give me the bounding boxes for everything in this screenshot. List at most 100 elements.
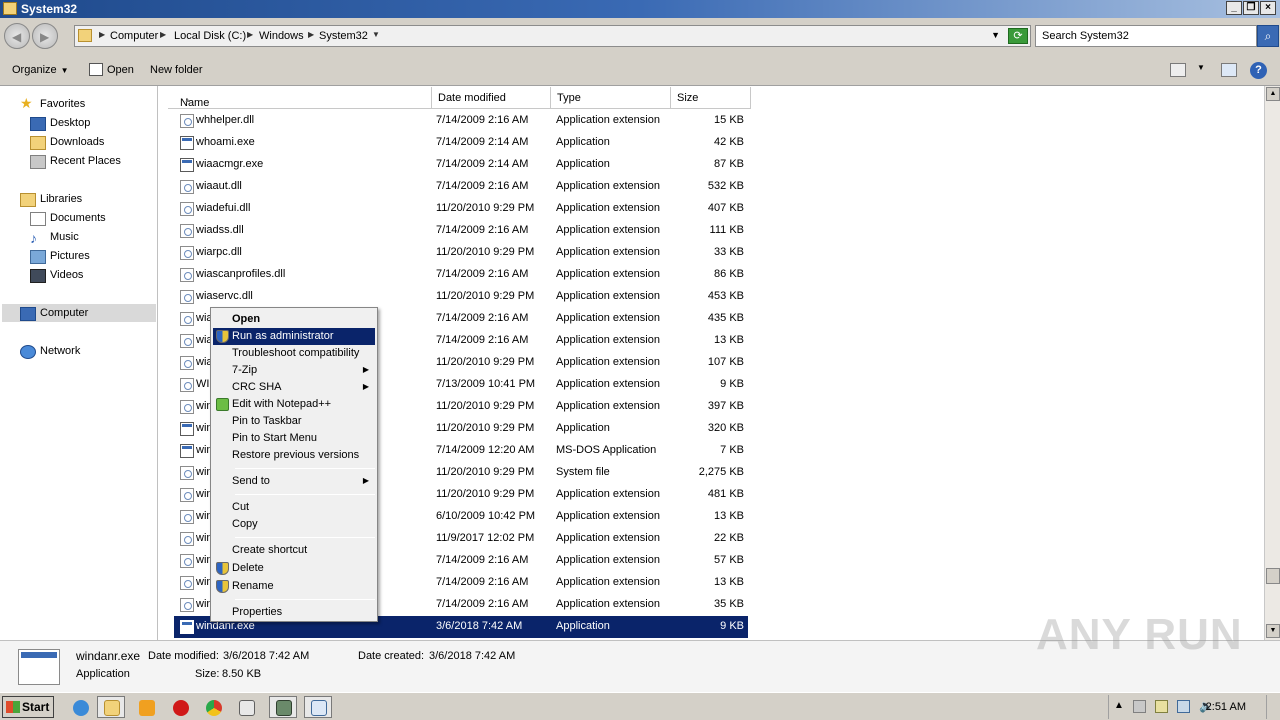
search-placeholder: Search System32 bbox=[1042, 30, 1129, 42]
close-button[interactable]: × bbox=[1260, 1, 1276, 15]
taskbar-explorer[interactable] bbox=[97, 696, 125, 718]
new-folder-button[interactable]: New folder bbox=[150, 64, 203, 76]
nav-recent-places[interactable]: Recent Places bbox=[50, 155, 121, 167]
media-player-icon bbox=[139, 700, 155, 716]
nav-videos[interactable]: Videos bbox=[50, 269, 83, 281]
column-header-type[interactable]: Type bbox=[551, 87, 671, 109]
vertical-scrollbar[interactable]: ▲ ▼ bbox=[1264, 86, 1280, 640]
show-hidden-icons-icon[interactable]: ▲ bbox=[1114, 700, 1127, 713]
clock[interactable]: 2:51 AM bbox=[1206, 701, 1246, 713]
menu-item-open[interactable]: Open bbox=[213, 311, 375, 328]
taskbar-app-window[interactable] bbox=[232, 696, 260, 718]
column-header-date[interactable]: Date modified bbox=[432, 87, 551, 109]
menu-item-cut[interactable]: Cut bbox=[213, 499, 375, 516]
power-icon[interactable] bbox=[1155, 700, 1168, 713]
search-icon[interactable]: ⌕ bbox=[1257, 25, 1279, 47]
menu-item-send-to[interactable]: Send to ▶ bbox=[213, 473, 375, 490]
organize-button[interactable]: Organize ▼ bbox=[12, 64, 69, 76]
menu-item-pin-to-start-menu[interactable]: Pin to Start Menu bbox=[213, 430, 375, 447]
show-desktop-button[interactable] bbox=[1266, 695, 1280, 719]
table-row[interactable]: wiadss.dll 7/14/2009 2:16 AM Application e… bbox=[174, 220, 934, 242]
refresh-icon[interactable]: ⟳ bbox=[1008, 28, 1028, 44]
nav-downloads[interactable]: Downloads bbox=[50, 136, 104, 148]
menu-item-crc-sha[interactable]: CRC SHA ▶ bbox=[213, 379, 375, 396]
menu-item-run-as-administrator[interactable]: Run as administrator bbox=[213, 328, 375, 345]
menu-item-rename[interactable]: Rename bbox=[213, 578, 375, 595]
file-type: Application extension bbox=[556, 114, 660, 126]
menu-item-copy[interactable]: Copy bbox=[213, 516, 375, 533]
breadcrumb-computer[interactable]: Computer bbox=[110, 30, 158, 42]
start-button[interactable]: Start bbox=[2, 696, 54, 718]
menu-item-delete[interactable]: Delete bbox=[213, 560, 375, 577]
breadcrumb-local-disk[interactable]: Local Disk (C:) bbox=[174, 30, 246, 42]
table-row[interactable]: wiascanprofiles.dll 7/14/2009 2:16 AM Appl… bbox=[174, 264, 934, 286]
opera-icon bbox=[173, 700, 189, 716]
nav-pictures[interactable]: Pictures bbox=[50, 250, 90, 262]
open-button[interactable]: Open bbox=[107, 64, 134, 76]
menu-item-properties[interactable]: Properties bbox=[213, 604, 375, 621]
help-icon[interactable]: ? bbox=[1250, 62, 1267, 79]
menu-item-restore-previous-versions[interactable]: Restore previous versions bbox=[213, 447, 375, 464]
nav-computer[interactable]: Computer bbox=[40, 307, 88, 319]
view-dropdown-icon[interactable]: ▼ bbox=[1197, 63, 1205, 72]
dll-file-icon bbox=[180, 180, 194, 194]
taskbar-app-active[interactable] bbox=[269, 696, 297, 718]
taskbar-opera[interactable] bbox=[166, 696, 194, 718]
table-row[interactable]: wiaacmgr.exe 7/14/2009 2:14 AM Application… bbox=[174, 154, 934, 176]
scroll-thumb[interactable] bbox=[1266, 568, 1280, 584]
nav-network[interactable]: Network bbox=[40, 345, 80, 357]
chevron-right-icon[interactable]: ▶ bbox=[160, 30, 166, 39]
table-row[interactable]: whhelper.dll 7/14/2009 2:16 AM Application… bbox=[174, 110, 934, 132]
menu-item-edit-with-notepad[interactable]: Edit with Notepad++ bbox=[213, 396, 375, 413]
nav-music[interactable]: Music bbox=[50, 231, 79, 243]
file-date: 7/14/2009 2:16 AM bbox=[436, 334, 529, 346]
preview-pane-icon[interactable] bbox=[1221, 63, 1237, 77]
menu-item-create-shortcut[interactable]: Create shortcut bbox=[213, 542, 375, 559]
chevron-down-icon[interactable]: ▼ bbox=[372, 30, 380, 39]
address-dropdown-icon[interactable]: ▼ bbox=[991, 30, 1000, 40]
taskbar-internet-explorer[interactable] bbox=[66, 696, 94, 718]
taskbar-media-player[interactable] bbox=[132, 696, 160, 718]
table-row[interactable]: whoami.exe 7/14/2009 2:14 AM Application 42… bbox=[174, 132, 934, 154]
action-center-icon[interactable] bbox=[1133, 700, 1146, 713]
menu-item-label: Pin to Start Menu bbox=[232, 432, 317, 444]
chevron-right-icon[interactable]: ▶ bbox=[99, 30, 105, 39]
nav-favorites[interactable]: Favorites bbox=[40, 98, 85, 110]
breadcrumb-system32[interactable]: System32 bbox=[319, 30, 368, 42]
taskbar-chrome[interactable] bbox=[199, 696, 227, 718]
chevron-right-icon[interactable]: ▶ bbox=[247, 30, 253, 39]
file-size: 42 KB bbox=[714, 136, 744, 148]
scroll-down-icon[interactable]: ▼ bbox=[1266, 624, 1280, 638]
table-row[interactable]: wiaaut.dll 7/14/2009 2:16 AM Application e… bbox=[174, 176, 934, 198]
view-options-icon[interactable] bbox=[1170, 63, 1186, 77]
column-header-name[interactable]: Name ▲ bbox=[168, 87, 432, 109]
application-file-icon bbox=[180, 136, 194, 150]
nav-documents[interactable]: Documents bbox=[50, 212, 106, 224]
minimize-button[interactable]: _ bbox=[1226, 1, 1242, 15]
column-date-label: Date modified bbox=[438, 92, 506, 104]
forward-arrow-icon: ▶ bbox=[40, 30, 50, 44]
restore-button[interactable]: ❐ bbox=[1243, 1, 1259, 15]
nav-libraries[interactable]: Libraries bbox=[40, 193, 82, 205]
back-button[interactable]: ◀ bbox=[4, 23, 30, 49]
scroll-up-icon[interactable]: ▲ bbox=[1266, 87, 1280, 101]
file-date: 6/10/2009 10:42 PM bbox=[436, 510, 536, 522]
table-row[interactable]: wiaservc.dll 11/20/2010 9:29 PM Applicatio… bbox=[174, 286, 934, 308]
taskbar-app-monitor[interactable] bbox=[304, 696, 332, 718]
file-size: 320 KB bbox=[707, 422, 744, 434]
table-row[interactable]: wiadefui.dll 11/20/2010 9:29 PM Applicatio… bbox=[174, 198, 934, 220]
column-header-size[interactable]: Size bbox=[671, 87, 751, 109]
address-bar[interactable]: ▶ Computer ▶ Local Disk (C:) ▶ Windows ▶… bbox=[74, 25, 1031, 47]
breadcrumb-windows[interactable]: Windows bbox=[259, 30, 304, 42]
network-tray-icon[interactable] bbox=[1177, 700, 1190, 713]
menu-item-pin-to-taskbar[interactable]: Pin to Taskbar bbox=[213, 413, 375, 430]
music-icon: ♪ bbox=[30, 230, 37, 246]
search-input[interactable]: Search System32 bbox=[1035, 25, 1257, 47]
menu-item-7-zip[interactable]: 7-Zip ▶ bbox=[213, 362, 375, 379]
forward-button[interactable]: ▶ bbox=[32, 23, 58, 49]
nav-desktop[interactable]: Desktop bbox=[50, 117, 90, 129]
table-row[interactable]: wiarpc.dll 11/20/2010 9:29 PM Application … bbox=[174, 242, 934, 264]
menu-item-label: Open bbox=[232, 313, 261, 325]
menu-item-troubleshoot-compatibility[interactable]: Troubleshoot compatibility bbox=[213, 345, 375, 362]
chevron-right-icon[interactable]: ▶ bbox=[308, 30, 314, 39]
